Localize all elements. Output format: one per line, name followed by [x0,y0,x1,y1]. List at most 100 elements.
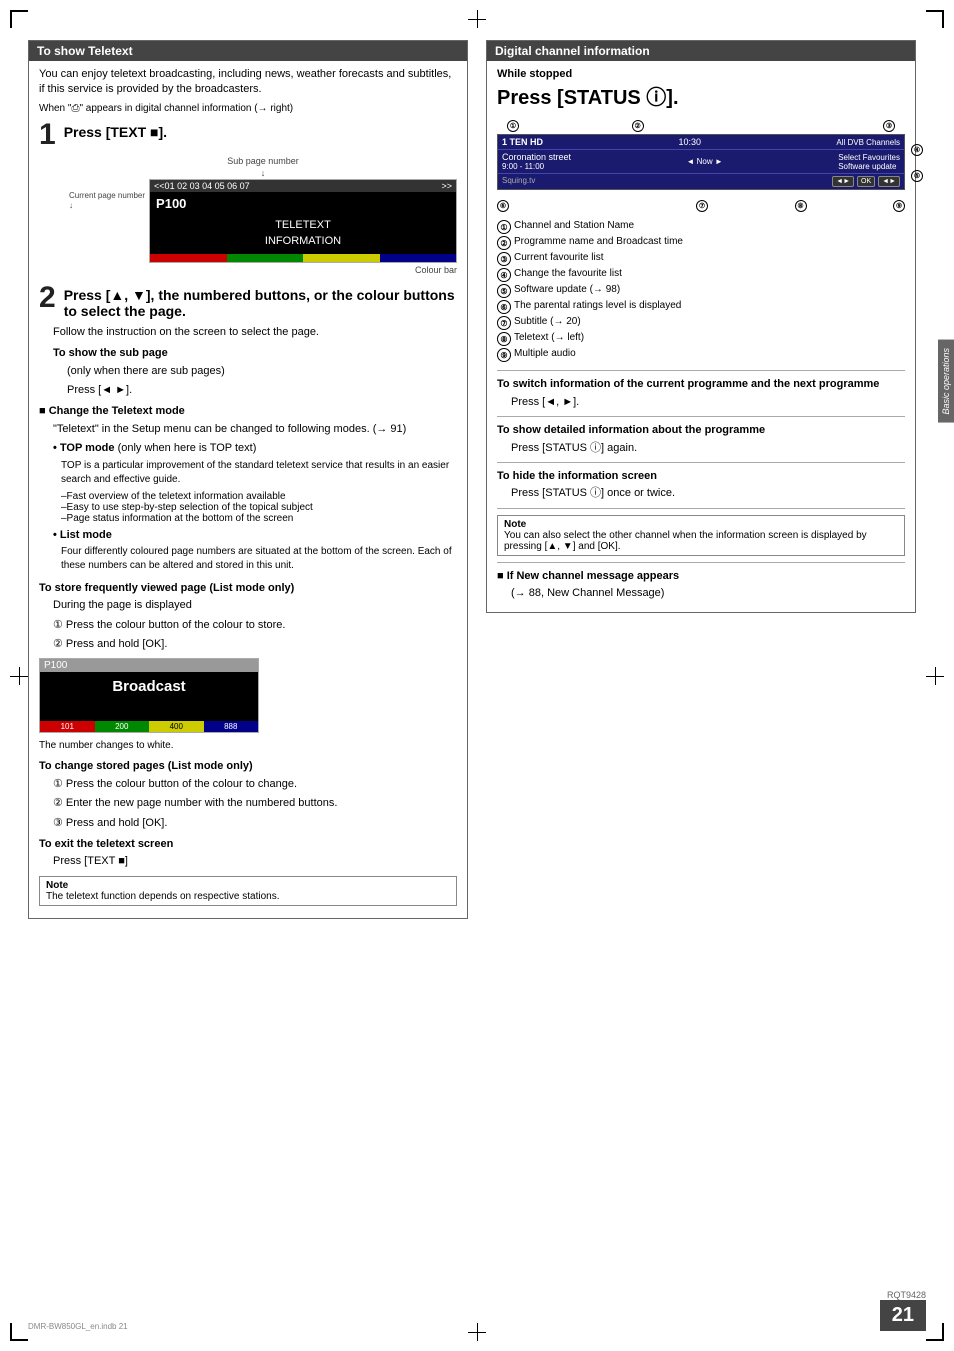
switch-info-text: Press [◄, ►]. [511,395,905,410]
teletext-subpage-nav: <<01 02 03 04 05 06 07 [154,181,250,191]
detailed-info-heading: To show detailed information about the p… [497,423,905,438]
circle-8: ⑧ [795,200,807,212]
legend-text-4: Change the favourite list [514,268,622,279]
file-ref: DMR-BW850GL_en.indb 21 [28,1322,128,1331]
change-stored-3: ③ Press and hold [OK]. [53,816,457,831]
step2-number: 2 [39,283,56,313]
list-mode-desc: Four differently coloured page numbers a… [61,545,457,573]
page-number: 21 [880,1300,926,1331]
teletext-note: When "⎙" appears in digital channel info… [39,102,457,116]
corner-tl [10,10,28,28]
switch-info-heading: To switch information of the current pro… [497,377,905,392]
circle-5: ⑤ [911,170,923,182]
white-note: The number changes to white. [39,739,457,753]
cs-nav: ◄ Now ► [686,157,722,166]
top-circles: ① ② ③ [497,120,905,134]
cs-btn-1[interactable]: ◄► [832,176,854,187]
cs-program: Coronation street [502,152,571,162]
channel-screen: 1 TEN HD 10:30 All DVB Channels Coronati… [497,134,905,190]
current-page-label: Current page number ↓ [69,191,145,212]
step1-block: 1 Press [TEXT ■]. [39,120,457,150]
teletext-diagram: Sub page number ↓ Current page number ↓ … [69,156,457,275]
divider-1 [497,370,905,371]
legend-circle-5: ⑤ [497,284,511,298]
store-step3: ② Press and hold [OK]. [53,637,457,652]
legend-circle-7: ⑦ [497,316,511,330]
change-mode-heading: ■ Change the Teletext mode [39,404,457,419]
right-note-title: Note [504,519,526,530]
teletext-section-title: To show Teletext [29,41,467,61]
teletext-page: P100 [156,196,450,211]
left-column: To show Teletext You can enjoy teletext … [28,40,468,929]
legend-9: ⑨ Multiple audio [497,348,905,362]
bft-yellow: 400 [149,721,204,732]
store-page-heading: To store frequently viewed page (List mo… [39,581,457,596]
cs-software-update: Software update [838,162,900,171]
sidebar-tab: Basic operations [938,340,954,423]
bottom-circles: ⑥ ⑦ ⑧ ⑨ [497,198,905,212]
teletext-colour-bar [150,254,456,262]
legend-3: ③ Current favourite list [497,252,905,266]
store-step1: During the page is displayed [53,598,457,613]
legend-4: ④ Change the favourite list [497,268,905,282]
bullet-1: –Fast overview of the teletext informati… [61,491,457,502]
legend-2: ② Programme name and Broadcast time [497,236,905,250]
legend-list: ① Channel and Station Name ② Programme n… [497,220,905,362]
list-mode-label: • List mode [53,528,457,543]
change-mode-intro: "Teletext" in the Setup menu can be chan… [53,422,457,437]
legend-text-5: Software update (→ 98) [514,284,620,295]
legend-8: ⑧ Teletext (→ left) [497,332,905,346]
cs-squongtv: Squing.tv [502,176,535,187]
teletext-subpage-right: >> [441,181,452,191]
divider-5 [497,562,905,563]
change-stored-2: ② Enter the new page number with the num… [53,796,457,811]
circle-1: ① [507,120,519,132]
divider-4 [497,508,905,509]
exit-teletext-heading: To exit the teletext screen [39,837,457,852]
change-stored-heading: To change stored pages (List mode only) [39,759,457,774]
step1-label: Press [TEXT ■]. [64,124,167,140]
circle-2: ② [632,120,644,132]
sub-page-section: To show the sub page (only when there ar… [53,346,457,398]
legend-text-8: Teletext (→ left) [514,332,584,343]
legend-text-2: Programme name and Broadcast time [514,236,683,247]
right-circles: ④ ⑤ [911,144,923,182]
teletext-body: P100 TELETEXTINFORMATION [150,192,456,254]
doc-number: RQT9428 [880,1290,926,1300]
teletext-intro: You can enjoy teletext broadcasting, inc… [39,67,457,98]
cs-bottom-buttons: ◄► OK ◄► [832,176,900,187]
circle-4: ④ [911,144,923,156]
cs-program-time: 9:00 - 11:00 [502,162,571,171]
new-channel-text: (→ 88, New Channel Message) [511,586,905,601]
sub-page-label: Sub page number [69,156,457,166]
cs-select-fav: Select Favourites [838,153,900,162]
legend-text-9: Multiple audio [514,348,576,359]
top-mode-desc: TOP is a particular improvement of the s… [61,459,457,487]
digital-section-title: Digital channel information [487,41,915,61]
step2-block: 2 Press [▲, ▼], the numbered buttons, or… [39,283,457,319]
legend-circle-3: ③ [497,252,511,266]
teletext-info-text: TELETEXTINFORMATION [156,217,450,250]
tft-red [150,254,226,262]
legend-circle-1: ① [497,220,511,234]
page-footer: DMR-BW850GL_en.indb 21 RQT9428 21 [28,1290,926,1331]
top-mode-label: • TOP mode (only when here is TOP text) [53,441,457,456]
cs-btn-2[interactable]: OK [857,176,875,187]
cs-btn-3[interactable]: ◄► [878,176,900,187]
colour-bar-label: Colour bar [69,265,457,275]
step2-follow: Follow the instruction on the screen to … [53,325,457,340]
right-column: Digital channel information While stoppe… [486,40,916,929]
divider-2 [497,416,905,417]
cs-channel-name: 1 TEN HD [502,137,543,147]
cs-top-row: 1 TEN HD 10:30 All DVB Channels [498,135,904,149]
legend-text-7: Subtitle (→ 20) [514,316,581,327]
tft-yellow [303,254,379,262]
corner-br [926,1323,944,1341]
corner-tr [926,10,944,28]
page-container: Basic operations To show Teletext You ca… [0,0,954,1351]
while-stopped: While stopped [497,67,905,82]
broadcast-header: P100 [40,659,258,672]
hide-screen-heading: To hide the information screen [497,469,905,484]
cross-left [10,667,28,685]
new-channel-heading: ■ If New channel message appears [497,569,905,584]
